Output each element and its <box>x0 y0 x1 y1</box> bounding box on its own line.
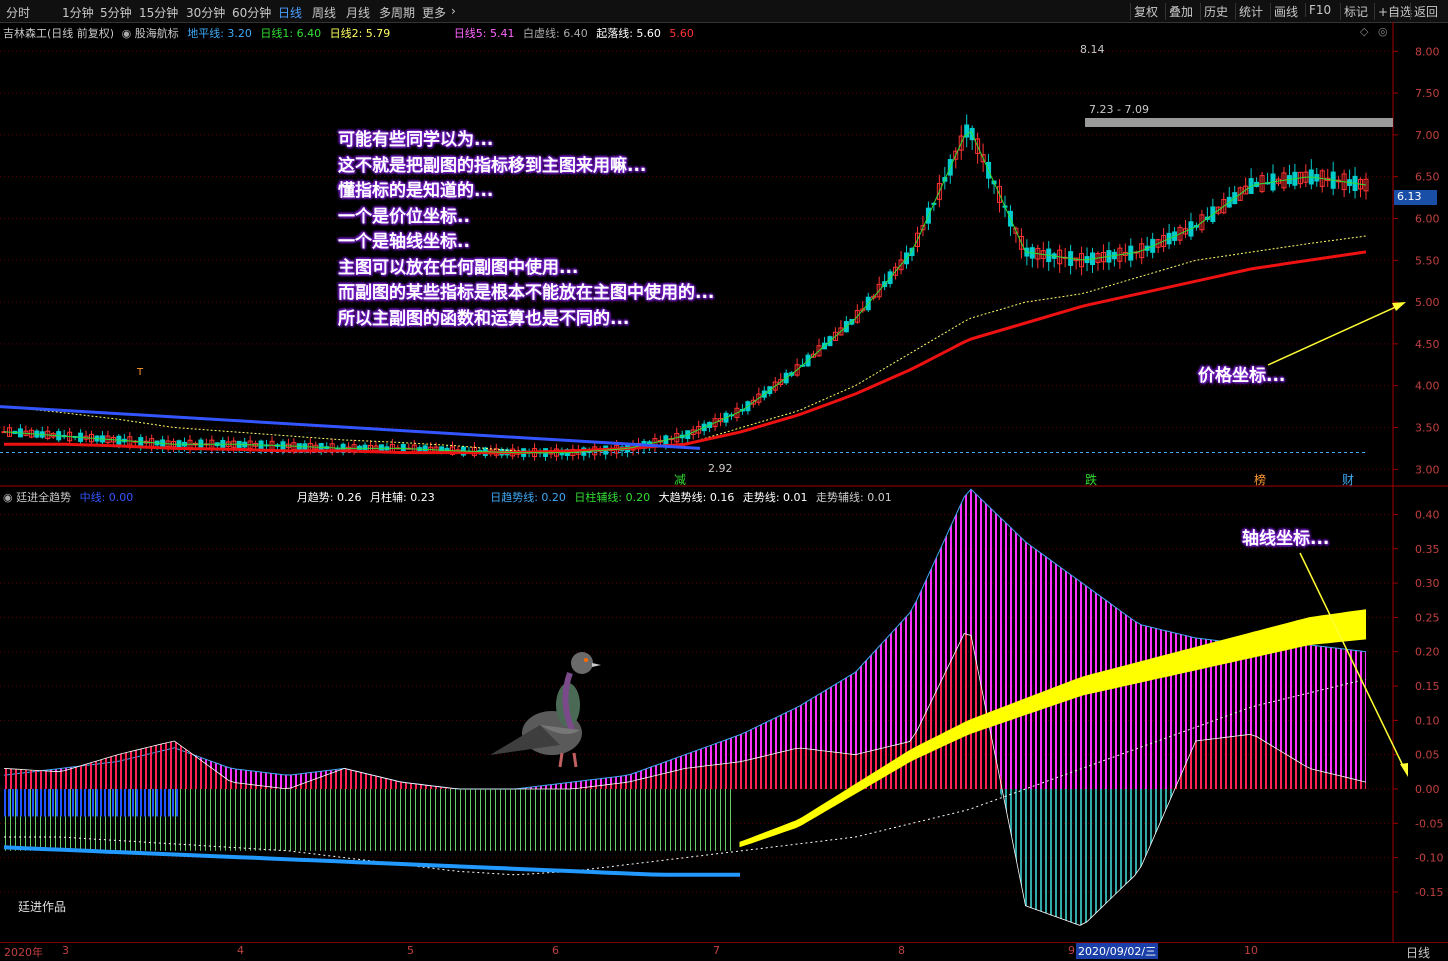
y-tick-label: 0.35 <box>1415 543 1440 556</box>
y-tick-label: 0.40 <box>1415 508 1440 521</box>
zone-label: 7.23 - 7.09 <box>1089 103 1149 116</box>
y-tick-label: 0.30 <box>1415 577 1440 590</box>
t-marker: T <box>137 367 144 378</box>
x-label-year: 2020年 <box>4 946 43 959</box>
sub-y-ticks: -0.15 -0.10 -0.05 0.00 0.05 0.10 0.15 0.20 0.25 0… <box>1393 508 1443 899</box>
y-tick-label: 0.05 <box>1415 749 1440 762</box>
x-highlight-date: 2020/09/02/三 <box>1076 943 1159 959</box>
annotation-line: 主图可以放在任何副图中使用... <box>338 257 579 278</box>
y-tick-label: 6.50 <box>1415 171 1440 184</box>
sub-histogram <box>3 488 1367 926</box>
y-tick-label: 0.25 <box>1415 611 1440 624</box>
low-label: 2.92 <box>708 462 733 475</box>
y-tick-label: -0.05 <box>1415 817 1443 830</box>
author-label: 廷进作品 <box>18 900 67 914</box>
blue-trend-line <box>3 845 740 877</box>
signal-jian: 减 <box>674 473 687 487</box>
high-label: 8.14 <box>1080 43 1105 56</box>
x-label-month: 5 <box>407 944 414 957</box>
y-tick-label: 4.00 <box>1415 380 1440 393</box>
trend-envelope-area <box>4 489 1366 789</box>
y-tick-label: -0.15 <box>1415 886 1443 899</box>
annotation-line: 这不就是把副图的指标移到主图来用嘛... <box>338 155 647 176</box>
x-label-month: 9 <box>1068 944 1075 957</box>
y-tick-label: 3.00 <box>1415 463 1440 476</box>
y-tick-label: 0.20 <box>1415 646 1440 659</box>
y-tick-label: 3.50 <box>1415 421 1440 434</box>
y-tick-label: 4.50 <box>1415 338 1440 351</box>
x-label-month: 7 <box>713 944 720 957</box>
signal-cai: 财 <box>1342 473 1355 487</box>
price-axis-note: 价格坐标... <box>1198 366 1286 386</box>
annotation-line: 可能有些同学以为... <box>338 130 494 150</box>
annotation-line: 懂指标的是知道的... <box>338 181 494 201</box>
y-tick-label: 6.00 <box>1415 212 1440 225</box>
y-tick-label: 8.00 <box>1415 45 1440 58</box>
y-tick-label: -0.10 <box>1415 852 1443 865</box>
x-label-month: 3 <box>62 944 69 957</box>
y-tick-label: 5.00 <box>1415 296 1440 309</box>
signal-bang: 榜 <box>1254 473 1267 487</box>
pigeon-icon <box>490 652 601 768</box>
sub-axis-note: 轴线坐标... <box>1242 529 1330 549</box>
stock-chart: 3.00 3.50 4.00 4.50 5.00 5.50 6.00 6.50 7.00 7.50… <box>0 22 1448 942</box>
main-annotation: 可能有些同学以为... 这不就是把副图的指标移到主图来用嘛... 懂指标的是知道… <box>338 128 714 332</box>
blue-histogram <box>4 789 179 817</box>
period-label[interactable]: 日线 <box>1406 944 1430 961</box>
annotation-line: 所以主副图的函数和运算也是不同的... <box>338 308 630 329</box>
x-label-month: 6 <box>552 944 559 957</box>
annotation-line: 一个是轴线坐标.. <box>338 232 470 252</box>
main-y-ticks: 3.00 3.50 4.00 4.50 5.00 5.50 6.00 6.50 7.00 7.50… <box>1393 45 1440 476</box>
x-axis-bar <box>0 942 1448 961</box>
annotation-line: 而副图的某些指标是根本不能放在主图中使用的... <box>338 283 715 303</box>
y-tick-label: 0.00 <box>1415 783 1440 796</box>
annotation-line: 一个是价位坐标.. <box>338 206 470 227</box>
x-label-month: 8 <box>898 944 905 957</box>
current-price-tag: 6.13 <box>1394 190 1437 205</box>
y-tick-label: 5.50 <box>1415 254 1440 267</box>
y-tick-label: 7.00 <box>1415 129 1440 142</box>
x-label-month: 4 <box>237 944 244 957</box>
y-tick-label: 0.10 <box>1415 714 1440 727</box>
resistance-zone <box>1085 118 1393 127</box>
y-tick-label: 0.15 <box>1415 680 1440 693</box>
y-tick-label: 7.50 <box>1415 87 1440 100</box>
signal-die: 跌 <box>1085 473 1098 487</box>
x-label-month: 10 <box>1244 944 1258 957</box>
